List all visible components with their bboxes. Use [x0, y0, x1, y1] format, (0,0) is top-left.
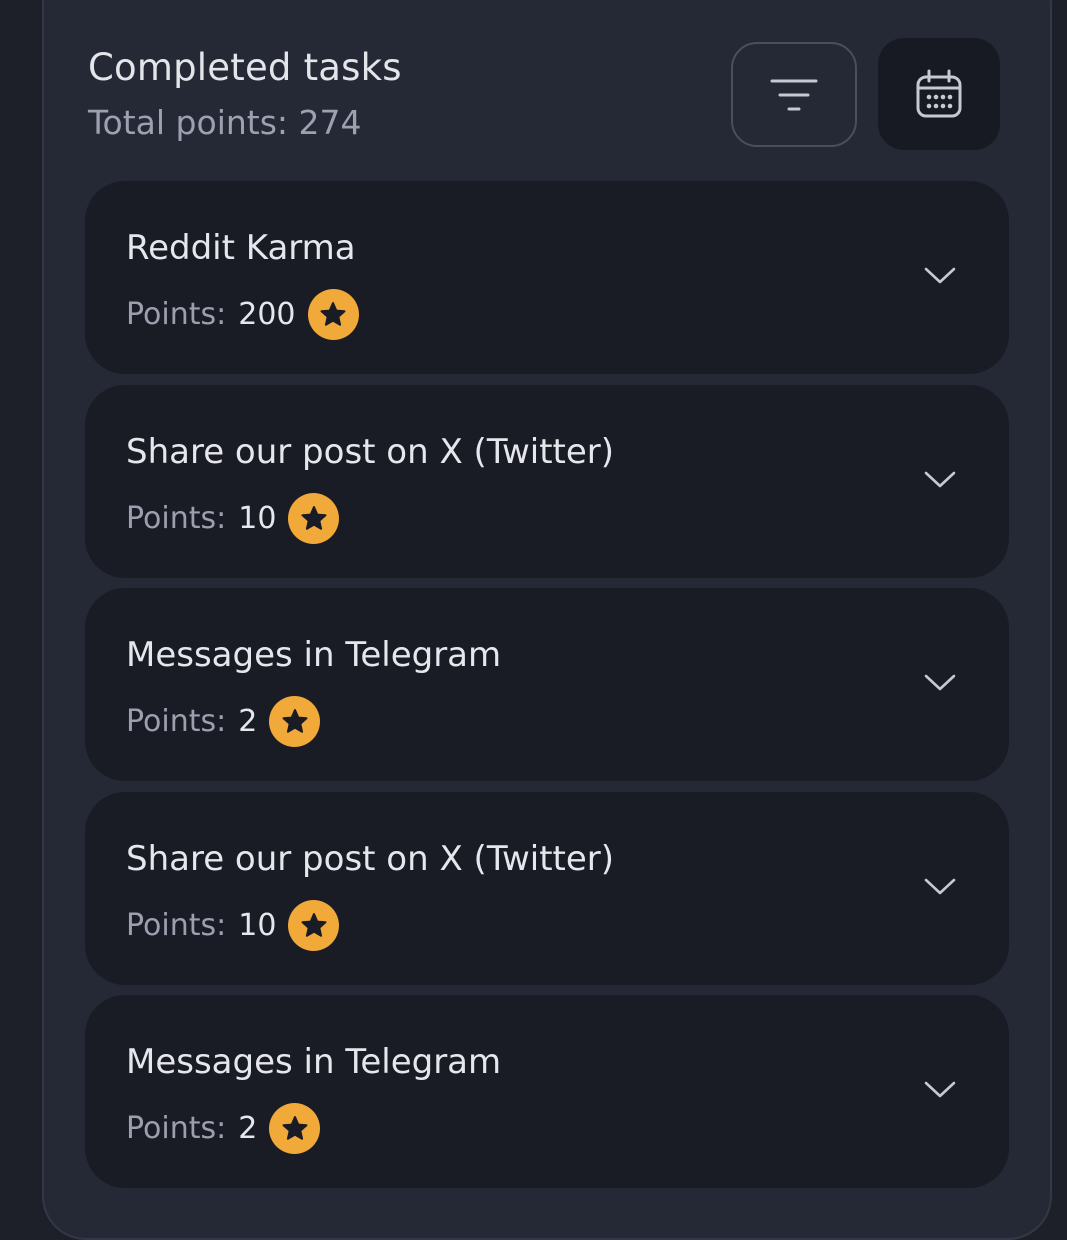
chevron-down-icon[interactable] [923, 1079, 957, 1099]
task-title: Messages in Telegram [126, 1042, 502, 1082]
task-points: Points: 2 [126, 696, 321, 747]
task-title: Share our post on X (Twitter) [126, 839, 615, 879]
task-title: Reddit Karma [126, 228, 356, 268]
task-card[interactable]: Reddit Karma Points: 200 [85, 181, 1009, 374]
task-points: Points: 2 [126, 1103, 321, 1154]
points-value: 2 [238, 1111, 258, 1146]
points-label: Points: [126, 908, 227, 943]
calendar-icon [916, 69, 962, 118]
filter-button[interactable] [731, 42, 857, 147]
page-title: Completed tasks [88, 46, 402, 89]
chevron-down-icon[interactable] [923, 469, 957, 489]
task-card[interactable]: Messages in Telegram Points: 2 [85, 588, 1009, 781]
points-label: Points: [126, 501, 227, 536]
star-icon [269, 1103, 321, 1154]
chevron-down-icon[interactable] [923, 876, 957, 896]
calendar-button[interactable] [878, 38, 1000, 150]
task-points: Points: 10 [126, 900, 340, 951]
star-icon [288, 900, 340, 951]
points-label: Points: [126, 297, 227, 332]
total-points: Total points: 274 [88, 103, 362, 142]
filter-icon [770, 79, 818, 110]
chevron-down-icon[interactable] [923, 672, 957, 692]
star-icon [288, 493, 340, 544]
chevron-down-icon[interactable] [923, 265, 957, 285]
star-icon [307, 289, 359, 340]
task-title: Share our post on X (Twitter) [126, 432, 615, 472]
task-points: Points: 200 [126, 289, 359, 340]
task-card[interactable]: Share our post on X (Twitter) Points: 10 [85, 385, 1009, 578]
points-label: Points: [126, 1111, 227, 1146]
task-title: Messages in Telegram [126, 635, 502, 675]
points-label: Points: [126, 704, 227, 739]
task-card[interactable]: Share our post on X (Twitter) Points: 10 [85, 792, 1009, 985]
task-card[interactable]: Messages in Telegram Points: 2 [85, 995, 1009, 1188]
task-points: Points: 10 [126, 493, 340, 544]
points-value: 10 [238, 501, 277, 536]
points-value: 2 [238, 704, 258, 739]
points-value: 10 [238, 908, 277, 943]
points-value: 200 [238, 297, 296, 332]
star-icon [269, 696, 321, 747]
